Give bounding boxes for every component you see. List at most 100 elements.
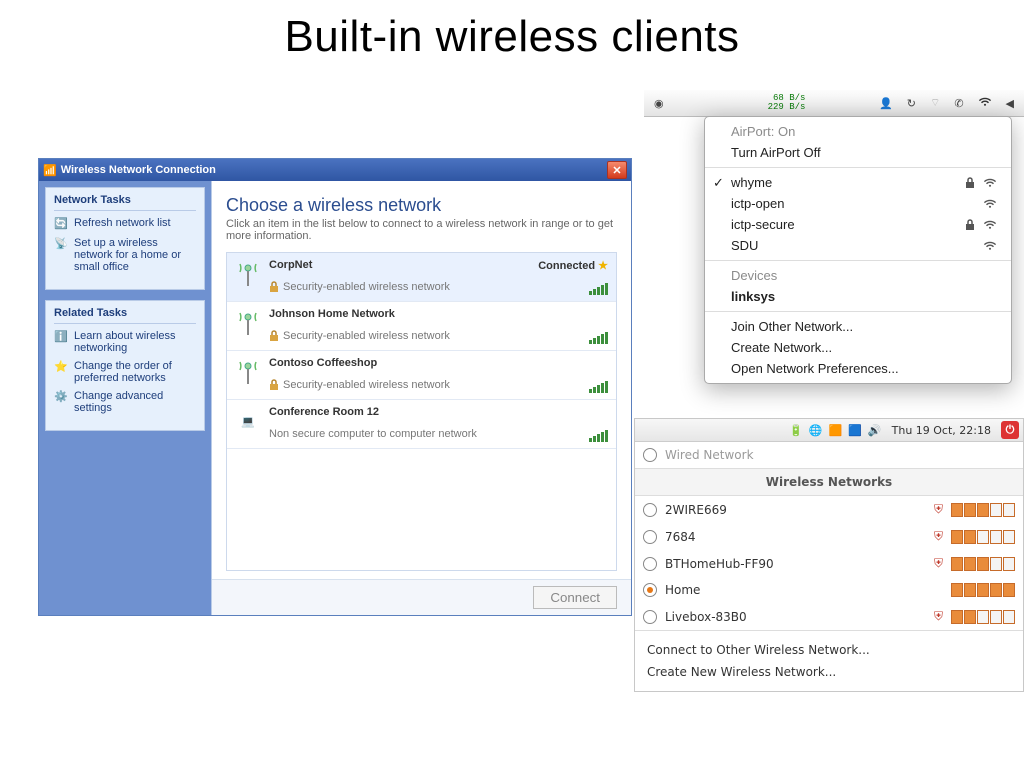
change-order-networks[interactable]: ⭐ Change the order of preferred networks xyxy=(54,360,196,384)
signal-icon xyxy=(589,332,608,344)
user-icon[interactable]: 👤 xyxy=(879,97,893,110)
xp-network-item[interactable]: Johnson Home Network Security-enabled wi… xyxy=(227,302,616,351)
network-name: Conference Room 12 xyxy=(269,406,379,418)
xp-network-item[interactable]: CorpNetConnected ★ Security-enabled wire… xyxy=(227,253,616,302)
battery-icon[interactable]: 🔋 xyxy=(789,424,803,437)
open-network-preferences[interactable]: Open Network Preferences... xyxy=(705,358,1011,379)
wired-network-row[interactable]: Wired Network xyxy=(635,442,1023,468)
xp-network-list[interactable]: CorpNetConnected ★ Security-enabled wire… xyxy=(226,252,617,571)
network-name: Home xyxy=(665,583,923,597)
xp-tasks-header: Network Tasks xyxy=(54,194,196,211)
join-other-network[interactable]: Join Other Network... xyxy=(705,316,1011,337)
connect-other-wireless[interactable]: Connect to Other Wireless Network... xyxy=(647,639,1011,661)
net-stats: 68 B/s229 B/s xyxy=(768,94,806,112)
radio-icon xyxy=(643,503,657,517)
wifi-icon xyxy=(983,239,997,253)
xp-window-title: Wireless Network Connection xyxy=(61,164,607,176)
app-tray-icon[interactable]: 🟦 xyxy=(848,424,862,437)
lock-icon xyxy=(269,379,279,391)
network-name: ictp-secure xyxy=(731,217,795,232)
device-linksys[interactable]: linksys xyxy=(705,286,1011,307)
lock-icon xyxy=(965,219,975,231)
xp-subheading: Click an item in the list below to conne… xyxy=(212,218,631,252)
radio-icon xyxy=(643,448,657,462)
linux-network-item[interactable]: BTHomeHub-FF90⛨ xyxy=(635,550,1023,577)
wifi-icon xyxy=(983,218,997,232)
network-name: Contoso Coffeeshop xyxy=(269,357,377,369)
radio-icon xyxy=(643,530,657,544)
separator xyxy=(705,167,1011,168)
turn-airport-off[interactable]: Turn AirPort Off xyxy=(705,142,1011,163)
power-icon[interactable]: ⏻ xyxy=(1001,421,1019,439)
network-desc: Security-enabled wireless network xyxy=(269,281,608,293)
mac-network-item[interactable]: SDU xyxy=(705,235,1011,256)
linux-nm-applet: 🔋 🌐 🟧 🟦 🔊 Thu 19 Oct, 22:18 ⏻ Wired Netw… xyxy=(634,418,1024,692)
antenna-icon xyxy=(233,259,263,289)
wifi-icon xyxy=(983,197,997,211)
timemachine-icon[interactable]: ↻ xyxy=(907,97,916,110)
linux-network-item[interactable]: Home xyxy=(635,577,1023,603)
link-label: Learn about wireless networking xyxy=(74,330,196,354)
network-name: 7684 xyxy=(665,530,926,544)
network-name: Livebox-83B0 xyxy=(665,610,926,624)
create-network[interactable]: Create Network... xyxy=(705,337,1011,358)
bluetooth-icon[interactable]: ⌔ xyxy=(930,96,940,110)
shield-icon: ⛨ xyxy=(934,529,943,544)
network-desc: Security-enabled wireless network xyxy=(269,379,608,391)
linux-tray: 🔋 🌐 🟧 🟦 🔊 Thu 19 Oct, 22:18 ⏻ xyxy=(635,419,1023,442)
updates-icon[interactable]: 🟧 xyxy=(829,424,843,437)
learn-about-wireless[interactable]: ℹ️ Learn about wireless networking xyxy=(54,330,196,354)
network-name: SDU xyxy=(731,238,758,253)
setup-wireless-network[interactable]: 📡 Set up a wireless network for a home o… xyxy=(54,237,196,273)
clock: Thu 19 Oct, 22:18 xyxy=(892,424,991,437)
link-label: Refresh network list xyxy=(74,217,171,229)
devices-header: Devices xyxy=(705,265,1011,286)
refresh-icon: 🔄 xyxy=(54,217,68,231)
adhoc-icon: 💻 xyxy=(233,406,263,436)
xp-heading: Choose a wireless network xyxy=(212,181,631,218)
wifi-icon xyxy=(983,176,997,190)
mac-network-item[interactable]: ictp-open xyxy=(705,193,1011,214)
network-desc: Security-enabled wireless network xyxy=(269,330,608,342)
signal-icon xyxy=(589,430,608,442)
separator xyxy=(705,260,1011,261)
network-tray-icon[interactable]: 🌐 xyxy=(809,424,823,437)
slide-title: Built-in wireless clients xyxy=(0,12,1024,62)
antenna-icon: 📡 xyxy=(54,237,68,251)
linux-network-item[interactable]: 7684 ⛨ xyxy=(635,523,1023,550)
xp-related-header: Related Tasks xyxy=(54,307,196,324)
connect-button[interactable]: Connect xyxy=(533,586,617,609)
wifi-menubar-icon[interactable] xyxy=(978,95,992,112)
volume-icon[interactable]: 🔊 xyxy=(868,424,882,437)
network-name: Johnson Home Network xyxy=(269,308,395,320)
phone-icon[interactable]: ✆ xyxy=(954,97,963,110)
star-icon: ⭐ xyxy=(54,360,68,374)
linux-network-item[interactable]: Livebox-83B0 ⛨ xyxy=(635,603,1023,630)
change-advanced-settings[interactable]: ⚙️ Change advanced settings xyxy=(54,390,196,414)
linux-network-item[interactable]: 2WIRE669⛨ xyxy=(635,496,1023,523)
radio-icon xyxy=(643,610,657,624)
signal-icon xyxy=(951,610,1015,624)
volume-icon[interactable]: ◀ xyxy=(1006,97,1014,110)
close-icon[interactable]: ✕ xyxy=(607,161,627,179)
xp-titlebar[interactable]: 📶 Wireless Network Connection ✕ xyxy=(39,159,631,181)
create-new-wireless[interactable]: Create New Wireless Network... xyxy=(647,661,1011,683)
network-name: ictp-open xyxy=(731,196,784,211)
mac-airport-menu: AirPort: On Turn AirPort Off ✓whymeictp-… xyxy=(704,116,1012,384)
star-icon: ★ xyxy=(598,260,608,272)
wifi-icon: 📶 xyxy=(43,164,57,177)
link-label: Set up a wireless network for a home or … xyxy=(74,237,196,273)
xp-network-item[interactable]: 💻Conference Room 12 Non secure computer … xyxy=(227,400,616,449)
xp-network-item[interactable]: Contoso Coffeeshop Security-enabled wire… xyxy=(227,351,616,400)
mac-network-item[interactable]: ✓whyme xyxy=(705,172,1011,193)
radio-icon xyxy=(643,557,657,571)
refresh-network-list[interactable]: 🔄 Refresh network list xyxy=(54,217,196,231)
xp-sidebar: Network Tasks 🔄 Refresh network list 📡 S… xyxy=(39,181,211,615)
shield-icon: ⛨ xyxy=(934,609,943,624)
network-name: 2WIRE669 xyxy=(665,503,926,517)
signal-icon xyxy=(589,283,608,295)
network-name: CorpNet xyxy=(269,259,312,271)
link-label: Change the order of preferred networks xyxy=(74,360,196,384)
mac-network-item[interactable]: ictp-secure xyxy=(705,214,1011,235)
network-name: BTHomeHub-FF90 xyxy=(665,557,926,571)
